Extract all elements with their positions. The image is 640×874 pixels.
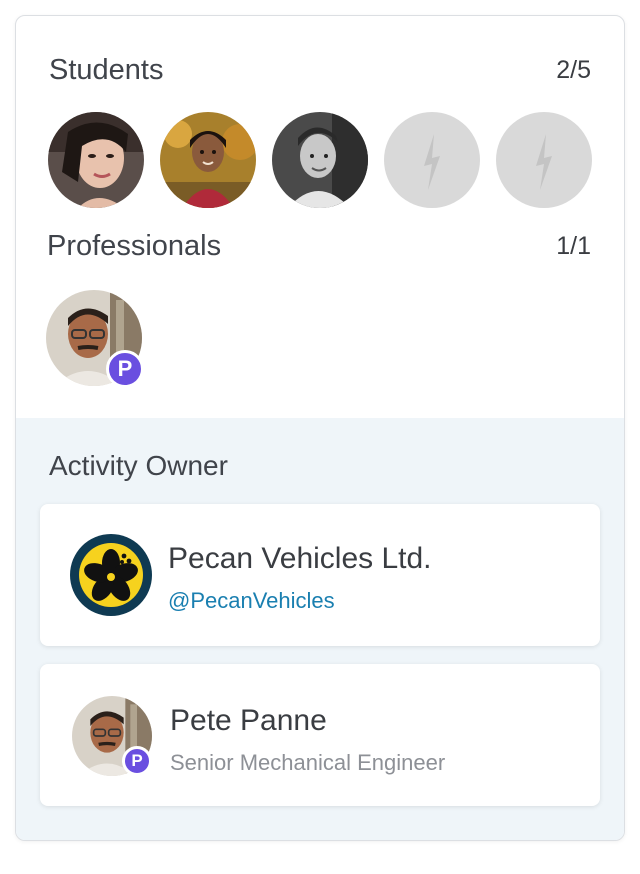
students-title: Students <box>49 54 164 86</box>
owner-person-role: Senior Mechanical Engineer <box>170 750 446 775</box>
empty-student-slot[interactable] <box>496 112 592 208</box>
owner-avatar: P <box>72 696 154 778</box>
owner-person-card[interactable]: P Pete Panne Senior Mechanical Engineer <box>40 664 600 806</box>
lightning-bolt-icon <box>424 134 440 190</box>
activity-owner-section: Activity Owner Pecan Vehicles Ltd. @Peca… <box>16 418 624 840</box>
lightning-bolt-icon <box>536 134 552 190</box>
organization-name: Pecan Vehicles Ltd. <box>168 542 432 575</box>
professionals-count: 1/1 <box>556 232 591 260</box>
owner-person-name: Pete Panne <box>170 704 327 737</box>
hibiscus-logo-icon <box>70 534 152 616</box>
organization-handle-link[interactable]: @PecanVehicles <box>168 588 335 614</box>
student-avatar[interactable] <box>160 112 256 208</box>
students-count: 2/5 <box>556 56 591 84</box>
student-avatar[interactable] <box>272 112 368 208</box>
professional-badge-icon: P <box>106 350 144 388</box>
student-avatar[interactable] <box>48 112 144 208</box>
professional-avatar[interactable]: P <box>46 290 144 388</box>
activity-owner-title: Activity Owner <box>49 450 228 481</box>
professional-badge-icon: P <box>122 746 152 776</box>
professionals-title: Professionals <box>47 230 222 262</box>
students-header: Students 2/5 <box>49 54 591 87</box>
professionals-header: Professionals 1/1 <box>47 230 591 263</box>
activity-team-card: Students 2/5 Professionals 1/1 P Activit… <box>15 15 625 841</box>
students-avatars <box>48 112 592 208</box>
organization-card[interactable]: Pecan Vehicles Ltd. @PecanVehicles <box>40 504 600 646</box>
empty-student-slot[interactable] <box>384 112 480 208</box>
